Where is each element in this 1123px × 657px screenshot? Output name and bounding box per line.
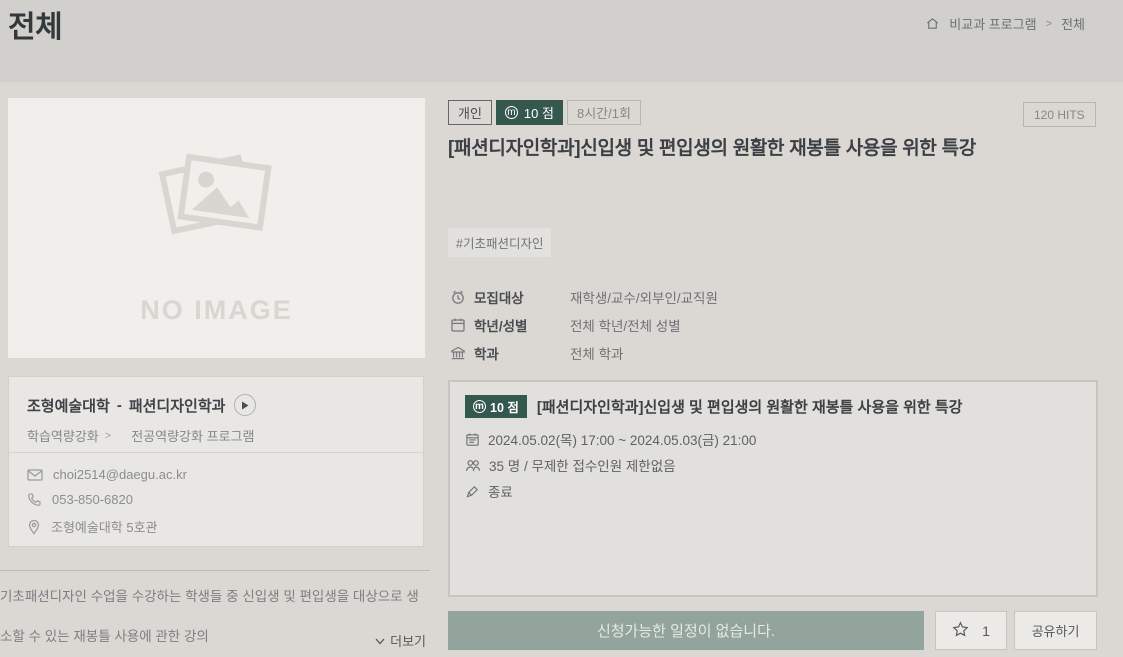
program-thumbnail-placeholder: NO IMAGE xyxy=(8,98,425,358)
contact-email-row: choi2514@daegu.ac.kr xyxy=(27,467,405,482)
mileage-icon: m xyxy=(505,106,518,119)
share-button[interactable]: 공유하기 xyxy=(1014,611,1097,650)
info-row-target: 모집대상 재학생/교수/외부인/교직원 xyxy=(450,289,718,305)
hashtag-list: #기초패션디자인 xyxy=(448,228,551,257)
category-separator: > xyxy=(105,430,111,442)
department-name: 패션디자인학과 xyxy=(129,395,226,416)
hashtag-chip[interactable]: #기초패션디자인 xyxy=(448,228,551,257)
info-row-grade-gender: 학년/성별 전체 학년/전체 성별 xyxy=(450,317,718,333)
pen-icon xyxy=(465,484,480,499)
calendar-icon xyxy=(465,432,480,447)
info-value: 재학생/교수/외부인/교직원 xyxy=(570,287,718,307)
more-button-label: 더보기 xyxy=(390,631,426,650)
alarm-clock-icon xyxy=(450,289,466,305)
info-label: 학과 xyxy=(474,343,552,363)
program-title: [패션디자인학과]신입생 및 편입생의 원활한 재봉틀 사용을 위한 특강 xyxy=(448,133,1088,160)
page-title: 전체 xyxy=(8,2,62,46)
schedule-status: 종료 xyxy=(488,481,513,501)
info-label: 학년/성별 xyxy=(474,315,552,335)
schedule-period: 2024.05.02(목) 17:00 ~ 2024.05.03(금) 21:0… xyxy=(488,429,756,449)
breadcrumb-separator: > xyxy=(1046,18,1052,30)
hits-badge: 120 HITS xyxy=(1023,102,1096,127)
schedule-card: m 10 점 [패션디자인학과]신입생 및 편입생의 원활한 재봉틀 사용을 위… xyxy=(448,380,1098,597)
mileage-icon: m xyxy=(473,400,486,413)
badge-row: 개인 m 10 점 8시간/1회 xyxy=(448,100,645,125)
schedule-status-row: 종료 xyxy=(465,481,1081,501)
info-label: 모집대상 xyxy=(474,287,552,307)
schedule-points-badge: m 10 점 xyxy=(465,395,527,418)
phone-icon xyxy=(27,492,42,507)
contact-section: choi2514@daegu.ac.kr 053-850-6820 조형예술대학… xyxy=(9,452,423,536)
organizer-title: 조형예술대학 - 패션디자인학과 xyxy=(27,394,405,416)
info-value: 전체 학년/전체 성별 xyxy=(570,315,681,335)
schedule-period-row: 2024.05.02(목) 17:00 ~ 2024.05.03(금) 21:0… xyxy=(465,429,1081,449)
mail-icon xyxy=(27,468,43,482)
organizer-card: 조형예술대학 - 패션디자인학과 학습역량강화 > 전공역량강화 프로그램 ch… xyxy=(8,376,424,547)
badge-individual: 개인 xyxy=(448,100,492,125)
category-child[interactable]: 전공역량강화 프로그램 xyxy=(131,426,254,445)
program-description-section: 기초패션디자인 수업을 수강하는 학생들 중 신입생 및 편입생을 대상으로 생… xyxy=(0,570,430,657)
category-parent[interactable]: 학습역량강화 xyxy=(27,426,99,445)
schedule-capacity-row: 35 명 / 무제한 접수인원 제한없음 xyxy=(465,455,1081,475)
favorite-button[interactable]: 1 xyxy=(935,611,1007,650)
home-icon[interactable] xyxy=(925,16,940,31)
college-name: 조형예술대학 xyxy=(27,395,110,416)
info-row-department: 학과 전체 학과 xyxy=(450,345,718,361)
university-icon xyxy=(450,345,466,361)
breadcrumb-item-current[interactable]: 전체 xyxy=(1061,14,1085,33)
play-button[interactable] xyxy=(234,394,256,416)
schedule-points-label: 10 점 xyxy=(490,397,519,416)
favorite-count: 1 xyxy=(982,623,990,639)
page-header: 전체 비교과 프로그램 > 전체 xyxy=(0,0,1123,82)
no-image-label: NO IMAGE xyxy=(8,295,425,326)
program-info-list: 모집대상 재학생/교수/외부인/교직원 학년/성별 전체 학년/전체 성별 학과… xyxy=(450,289,718,373)
people-icon xyxy=(465,458,481,473)
breadcrumb-item-program[interactable]: 비교과 프로그램 xyxy=(949,14,1036,33)
contact-location-row: 조형예술대학 5호관 xyxy=(27,517,405,536)
program-description: 기초패션디자인 수업을 수강하는 학생들 중 신입생 및 편입생을 대상으로 생… xyxy=(0,577,430,657)
breadcrumb: 비교과 프로그램 > 전체 xyxy=(925,14,1085,33)
chevron-down-icon xyxy=(375,633,385,648)
contact-phone: 053-850-6820 xyxy=(52,492,133,507)
location-pin-icon xyxy=(27,519,41,535)
contact-location: 조형예술대학 5호관 xyxy=(51,517,158,536)
organizer-info: 조형예술대학 - 패션디자인학과 학습역량강화 > 전공역량강화 프로그램 xyxy=(9,377,423,452)
badge-points-label: 10 점 xyxy=(524,103,554,122)
schedule-title: [패션디자인학과]신입생 및 편입생의 원활한 재봉틀 사용을 위한 특강 xyxy=(537,396,963,417)
contact-email: choi2514@daegu.ac.kr xyxy=(53,467,187,482)
apply-button[interactable]: 신청가능한 일정이 없습니다. xyxy=(448,611,924,650)
badge-duration: 8시간/1회 xyxy=(567,100,641,125)
schedule-header: m 10 점 [패션디자인학과]신입생 및 편입생의 원활한 재봉틀 사용을 위… xyxy=(465,395,1081,418)
schedule-capacity: 35 명 / 무제한 접수인원 제한없음 xyxy=(489,455,676,475)
college-department-dash: - xyxy=(117,397,122,414)
program-category: 학습역량강화 > 전공역량강화 프로그램 xyxy=(27,426,405,445)
calendar-icon xyxy=(450,317,466,333)
more-button[interactable]: 더보기 xyxy=(375,631,426,650)
contact-phone-row: 053-850-6820 xyxy=(27,492,405,507)
program-detail-page: 전체 비교과 프로그램 > 전체 NO IMAGE xyxy=(0,0,1123,657)
badge-points: m 10 점 xyxy=(496,100,563,125)
info-value: 전체 학과 xyxy=(570,343,623,363)
star-icon xyxy=(952,621,969,641)
